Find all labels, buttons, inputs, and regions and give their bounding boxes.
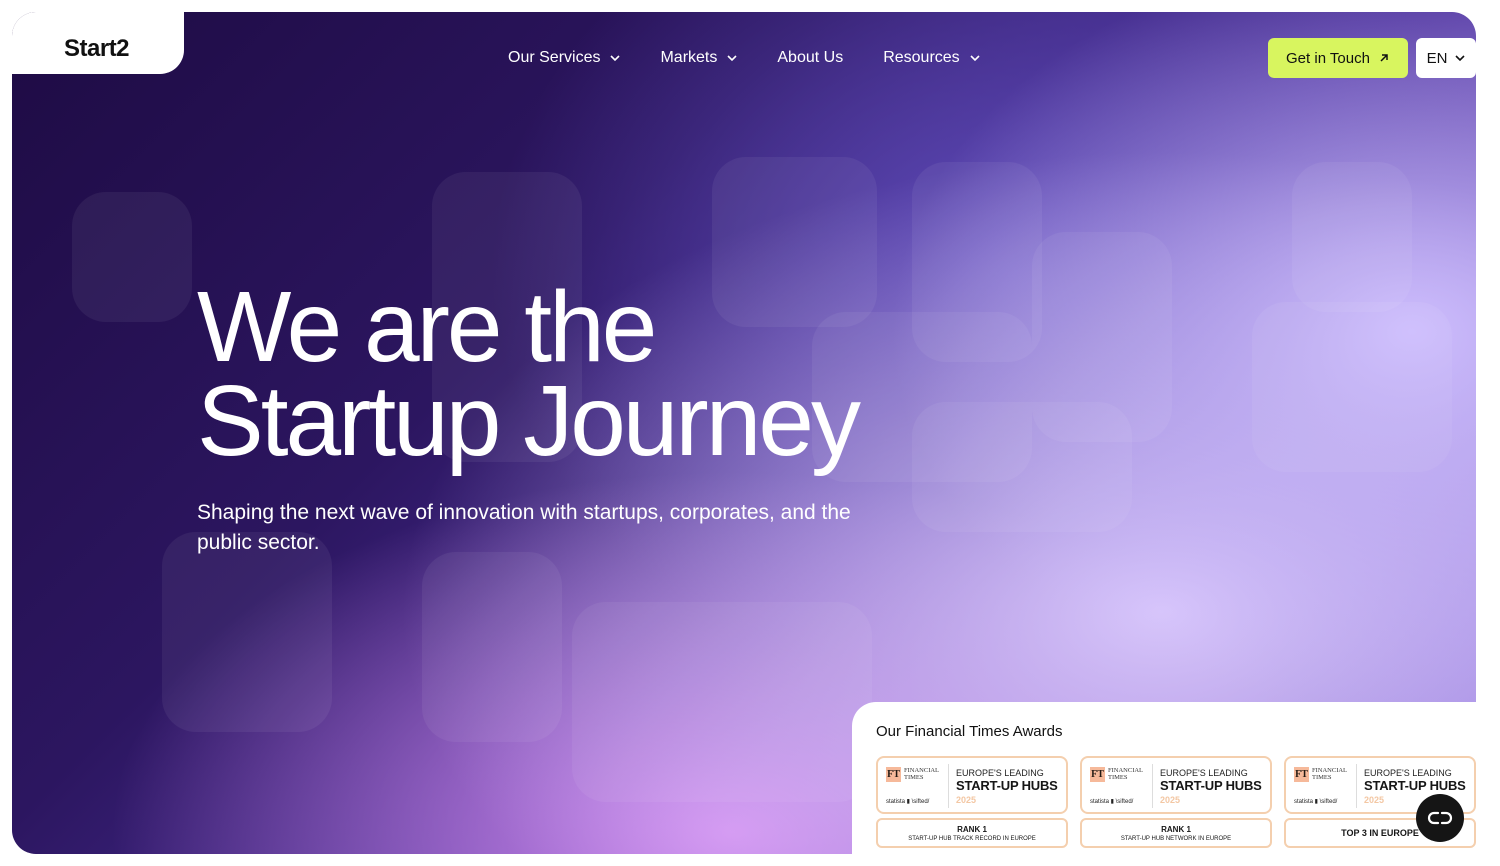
rank-subtitle: START-UP HUB TRACK RECORD IN EUROPE [908,836,1036,842]
chevron-down-icon [727,55,737,62]
awards-card: Our Financial Times Awards FT FINANCIAL T… [852,702,1500,866]
arrow-up-right-icon [1380,54,1388,62]
partner-logos: statista ▮ \sifted/ [1294,799,1338,805]
divider [1152,764,1153,808]
badge-top-text: EUROPE'S LEADING [1364,768,1452,778]
language-label: EN [1426,49,1448,67]
chevron-down-icon [1455,55,1465,62]
bg-tile [162,532,332,732]
ft-mark: FT [1294,767,1309,782]
headline-line-2: Startup Journey [197,365,861,477]
chat-icon [1427,811,1453,825]
award-rank: RANK 1 START-UP HUB NETWORK IN EUROPE [1080,818,1272,848]
nav-our-services[interactable]: Our Services [508,49,621,67]
divider [1356,764,1357,808]
award-rank: RANK 1 START-UP HUB TRACK RECORD IN EURO… [876,818,1068,848]
ft-mark: FT [1090,767,1105,782]
badge-top-text: EUROPE'S LEADING [1160,768,1248,778]
award-item[interactable]: FT FINANCIAL TIMES statista ▮ \sifted/ EU… [876,756,1068,848]
main-nav: Our Services Markets About Us Resources [508,48,980,68]
logo[interactable]: Start2 [64,35,130,63]
hero-headline: We are the Startup Journey [197,277,861,471]
badge-year: 2025 [956,795,977,805]
ft-logo: FT FINANCIAL TIMES [886,765,952,791]
chat-button[interactable] [1416,794,1464,842]
badge-main-text: START-UP HUBS [1160,778,1262,793]
badge-year: 2025 [1160,795,1181,805]
chevron-down-icon [610,55,621,62]
rank-title: RANK 1 [957,825,987,834]
cta-label: Get in Touch [1286,49,1370,67]
rank-title: RANK 1 [1161,825,1191,834]
ft-name: FINANCIAL TIMES [1108,767,1144,781]
divider [948,764,949,808]
nav-markets[interactable]: Markets [660,49,737,67]
badge-main-text: START-UP HUBS [956,778,1058,793]
rank-subtitle: START-UP HUB NETWORK IN EUROPE [1120,836,1232,842]
ft-name: FINANCIAL TIMES [904,767,940,781]
award-badge: FT FINANCIAL TIMES statista ▮ \sifted/ EU… [876,756,1068,814]
bg-tile [1292,162,1412,312]
awards-title: Our Financial Times Awards [876,723,1063,740]
bg-tile [572,602,872,802]
nav-label: Our Services [508,49,601,66]
award-badge: FT FINANCIAL TIMES statista ▮ \sifted/ EU… [1080,756,1272,814]
ft-logo: FT FINANCIAL TIMES [1090,765,1156,791]
nav-resources[interactable]: Resources [883,49,980,67]
nav-label: Markets [660,49,718,66]
ft-name: FINANCIAL TIMES [1312,767,1348,781]
partner-logos: statista ▮ \sifted/ [886,799,930,805]
bg-tile [1252,302,1452,472]
language-selector[interactable]: EN [1416,38,1476,78]
badge-top-text: EUROPE'S LEADING [956,768,1044,778]
hero-subheadline: Shaping the next wave of innovation with… [197,501,851,554]
get-in-touch-button[interactable]: Get in Touch [1268,38,1408,78]
award-item[interactable]: FT FINANCIAL TIMES statista ▮ \sifted/ EU… [1080,756,1272,848]
bg-tile [72,192,192,322]
nav-label: Resources [883,49,960,66]
badge-year: 2025 [1364,795,1385,805]
nav-label: About Us [777,49,844,66]
bg-tile [422,552,562,742]
ft-logo: FT FINANCIAL TIMES [1294,765,1360,791]
chevron-down-icon [970,55,980,62]
ft-mark: FT [886,767,901,782]
badge-main-text: START-UP HUBS [1364,778,1466,793]
partner-logos: statista ▮ \sifted/ [1090,799,1134,805]
bg-tile [912,402,1132,532]
nav-about-us[interactable]: About Us [777,49,843,67]
